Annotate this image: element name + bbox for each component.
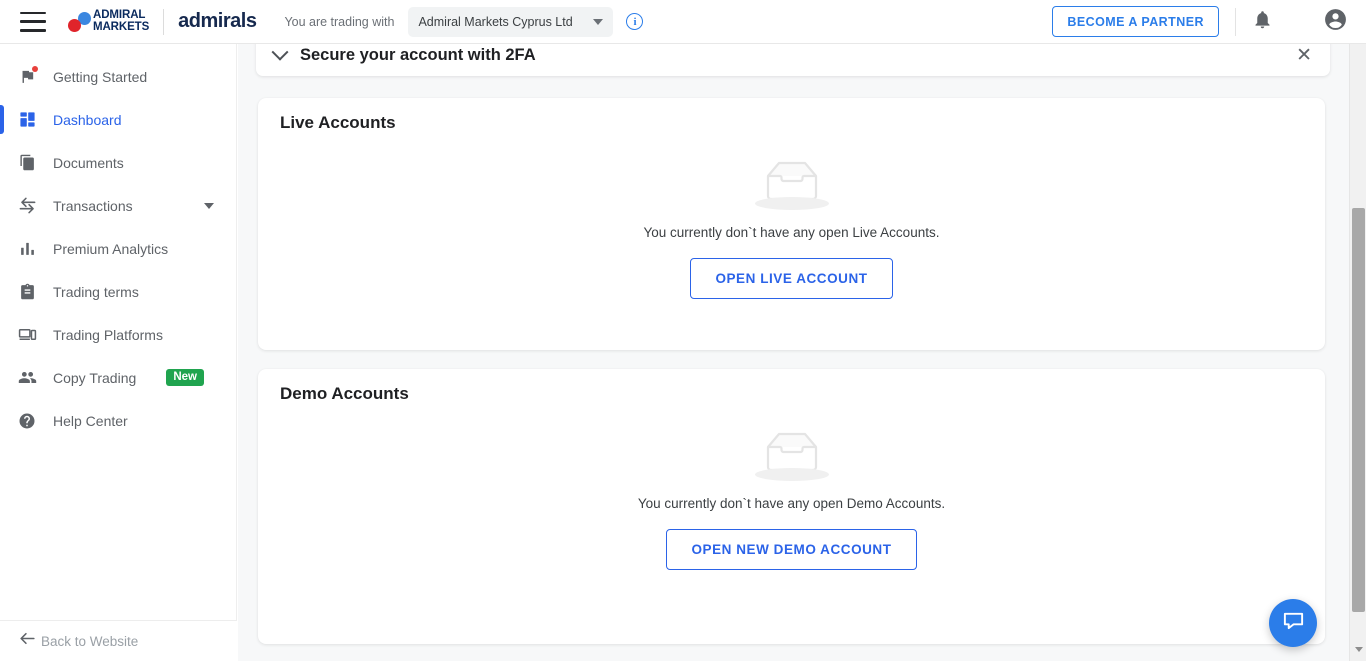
- chat-support-button[interactable]: [1269, 599, 1317, 647]
- sidebar: Getting Started Dashboard Documents Tran…: [0, 44, 237, 661]
- back-to-website-label: Back to Website: [41, 633, 139, 649]
- entity-select-dropdown[interactable]: Admiral Markets Cyprus Ltd: [408, 6, 614, 37]
- bell-icon[interactable]: [1252, 9, 1273, 35]
- brand-line-2: MARKETS: [93, 20, 150, 33]
- sidebar-nav-list: Getting Started Dashboard Documents Tran…: [0, 44, 236, 442]
- admirals-wordmark: admirals: [178, 10, 257, 32]
- flag-icon: [14, 65, 40, 88]
- arrow-left-icon: [18, 629, 37, 653]
- demo-accounts-empty-message: You currently don`t have any open Demo A…: [637, 496, 946, 511]
- sidebar-item-transactions[interactable]: Transactions: [0, 184, 236, 227]
- new-badge: New: [166, 368, 204, 387]
- sidebar-item-label: Trading Platforms: [53, 326, 163, 343]
- chat-bubble-icon: [1282, 609, 1305, 637]
- close-icon[interactable]: ✕: [1292, 44, 1316, 67]
- sidebar-item-label: Help Center: [53, 412, 128, 429]
- empty-inbox-tray-icon: [752, 154, 832, 212]
- sidebar-item-label: Documents: [53, 154, 124, 171]
- actions-divider: [1235, 7, 1236, 36]
- tray-shadow: [754, 468, 829, 481]
- transfer-arrows-icon: [14, 195, 40, 217]
- back-to-website-link[interactable]: Back to Website: [0, 620, 237, 661]
- live-accounts-empty-state: You currently don`t have any open Live A…: [258, 154, 1325, 299]
- clipboard-icon: [14, 281, 40, 303]
- live-accounts-empty-message: You currently don`t have any open Live A…: [643, 225, 940, 240]
- sidebar-item-getting-started[interactable]: Getting Started: [0, 55, 236, 98]
- sidebar-item-trading-terms[interactable]: Trading terms: [0, 270, 236, 313]
- sidebar-item-label: Trading terms: [53, 283, 139, 300]
- sidebar-item-documents[interactable]: Documents: [0, 141, 236, 184]
- sidebar-item-label: Dashboard: [53, 111, 122, 128]
- become-a-partner-button[interactable]: BECOME A PARTNER: [1052, 6, 1219, 37]
- sidebar-item-help-center[interactable]: Help Center: [0, 399, 236, 442]
- dashboard-grid-icon: [14, 109, 40, 131]
- bar-chart-icon: [14, 238, 40, 260]
- top-bar-actions: BECOME A PARTNER: [1052, 6, 1366, 37]
- sidebar-item-label: Getting Started: [53, 68, 148, 85]
- sidebar-item-label: Copy Trading: [53, 369, 137, 386]
- entity-select-value: Admiral Markets Cyprus Ltd: [418, 14, 573, 29]
- trading-with-label: You are trading with: [284, 14, 395, 29]
- documents-copy-icon: [14, 152, 40, 174]
- chevron-down-icon[interactable]: [271, 44, 289, 61]
- sidebar-item-label: Transactions: [53, 197, 133, 214]
- brand-logo[interactable]: ADMIRAL MARKETS admirals: [68, 7, 257, 37]
- main-content: Secure your account with 2FA ✕ Live Acco…: [238, 44, 1349, 661]
- open-live-account-button[interactable]: OPEN LIVE ACCOUNT: [690, 258, 893, 299]
- devices-icon: [14, 324, 40, 346]
- top-navigation-bar: ADMIRAL MARKETS admirals You are trading…: [0, 0, 1366, 44]
- people-icon: [14, 367, 40, 389]
- sidebar-item-label: Premium Analytics: [53, 240, 169, 257]
- live-accounts-title: Live Accounts: [280, 113, 396, 132]
- notification-dot: [32, 65, 38, 72]
- sidebar-item-dashboard[interactable]: Dashboard: [0, 98, 236, 141]
- logo-divider: [163, 8, 165, 35]
- admiral-markets-dots-icon: [68, 11, 91, 32]
- live-accounts-card: Live Accounts You currently don`t have a…: [258, 98, 1325, 350]
- demo-accounts-empty-state: You currently don`t have any open Demo A…: [258, 425, 1325, 570]
- info-icon[interactable]: i: [626, 13, 644, 30]
- page-scrollbar[interactable]: [1349, 44, 1366, 661]
- tray-shadow: [754, 197, 829, 210]
- scrollbar-down-arrow[interactable]: [1350, 641, 1366, 657]
- scrollbar-thumb[interactable]: [1352, 208, 1365, 612]
- chevron-down-icon: [593, 18, 604, 25]
- demo-accounts-title: Demo Accounts: [280, 384, 409, 403]
- red-dot: [68, 18, 81, 32]
- hamburger-line: [20, 28, 46, 32]
- sidebar-item-premium-analytics[interactable]: Premium Analytics: [0, 227, 236, 270]
- two-factor-auth-banner: Secure your account with 2FA ✕: [256, 44, 1330, 76]
- empty-inbox-tray-icon: [752, 425, 832, 483]
- hamburger-menu-icon[interactable]: [20, 11, 46, 32]
- chevron-down-icon[interactable]: [204, 202, 214, 209]
- hamburger-line: [20, 11, 46, 15]
- sidebar-item-trading-platforms[interactable]: Trading Platforms: [0, 313, 236, 356]
- help-circle-icon: [14, 410, 40, 432]
- brand-line-1: ADMIRAL: [93, 8, 146, 21]
- admiral-markets-wordmark: ADMIRAL MARKETS: [93, 8, 150, 33]
- banner-title: Secure your account with 2FA: [300, 45, 536, 64]
- demo-accounts-card: Demo Accounts You currently don`t have a…: [258, 369, 1325, 644]
- sidebar-item-copy-trading[interactable]: Copy Trading New: [0, 356, 236, 399]
- open-new-demo-account-button[interactable]: OPEN NEW DEMO ACCOUNT: [666, 529, 917, 570]
- account-circle-icon[interactable]: [1323, 7, 1348, 37]
- hamburger-line: [20, 20, 46, 23]
